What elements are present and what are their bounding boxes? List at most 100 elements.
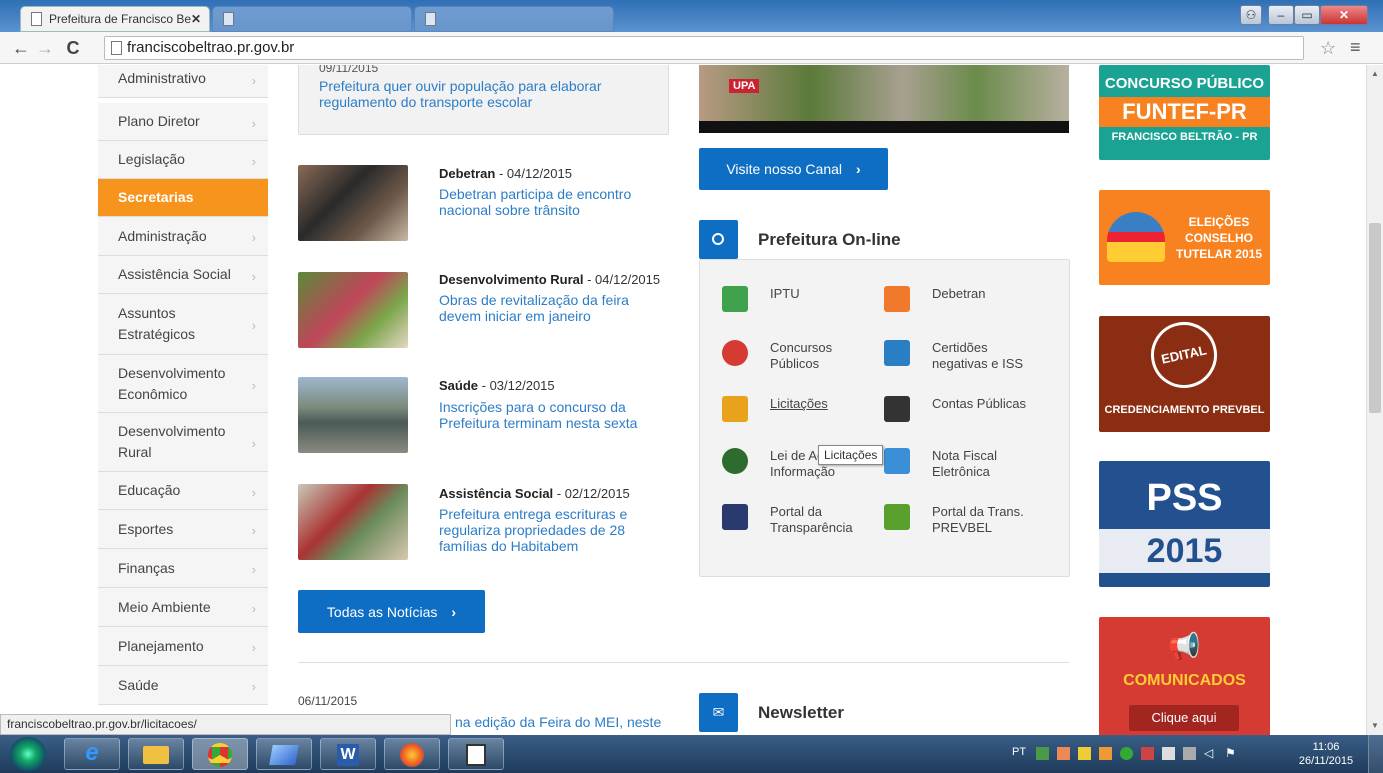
user-icon[interactable]: ⚇ bbox=[1240, 5, 1262, 25]
bookmark-star-icon[interactable]: ☆ bbox=[1320, 38, 1336, 59]
status-bar: franciscobeltrao.pr.gov.br/licitacoes/ bbox=[0, 714, 451, 735]
back-icon[interactable]: ← bbox=[10, 37, 32, 59]
sidebar-item[interactable]: Esportes › bbox=[98, 510, 268, 549]
sidebar-item[interactable]: Planejamento › bbox=[98, 627, 268, 666]
service-label: Concursos Públicos bbox=[770, 340, 833, 371]
all-news-button[interactable]: Todas as Notícias › bbox=[298, 590, 485, 633]
clock[interactable]: 11:06 26/11/2015 bbox=[1296, 740, 1356, 768]
magnifier-leaf-icon bbox=[884, 504, 910, 530]
service-magnifier-leaf[interactable]: Portal da Trans. PREVBEL bbox=[880, 496, 1040, 540]
scroll-up-icon[interactable]: ▲ bbox=[1371, 69, 1379, 78]
featured-news-card[interactable]: 09/11/2015 Prefeitura quer ouvir populaç… bbox=[298, 65, 669, 135]
news-title[interactable]: Prefeitura entrega escrituras e regulari… bbox=[439, 506, 659, 554]
paint-icon[interactable] bbox=[256, 738, 312, 770]
service-list[interactable]: Licitações bbox=[718, 388, 878, 432]
service-person[interactable]: Concursos Públicos bbox=[718, 332, 878, 376]
browser-tab-bar: Prefeitura de Francisco Be ✕ ⚇ – ▭ ✕ bbox=[0, 0, 1383, 32]
service-invoice[interactable]: Nota Fiscal Eletrônica bbox=[880, 440, 1040, 484]
start-button[interactable] bbox=[10, 737, 46, 771]
banner-line: TUTELAR 2015 bbox=[1175, 247, 1263, 261]
sidebar-item[interactable]: Assuntos Estratégicos › bbox=[98, 294, 268, 355]
minimize-button[interactable]: – bbox=[1268, 5, 1294, 25]
scrollbar-thumb[interactable] bbox=[1369, 223, 1381, 413]
news-thumbnail[interactable] bbox=[298, 484, 408, 560]
volume-icon: ◁ bbox=[1204, 746, 1214, 760]
document-viewer-icon[interactable] bbox=[448, 738, 504, 770]
language-indicator[interactable]: PT bbox=[1012, 746, 1026, 758]
megaphone-icon: 📢 bbox=[1168, 631, 1201, 661]
tab-active[interactable]: Prefeitura de Francisco Be ✕ bbox=[20, 6, 210, 32]
news-title[interactable]: Inscrições para o concurso da Prefeitura… bbox=[439, 399, 659, 431]
tab-inactive-2[interactable] bbox=[414, 6, 614, 32]
ie-icon[interactable]: e bbox=[64, 738, 120, 770]
service-calculator[interactable]: Contas Públicas bbox=[880, 388, 1040, 432]
service-magnifier[interactable]: Portal da Transparência bbox=[718, 496, 878, 540]
scroll-down-icon[interactable]: ▼ bbox=[1371, 721, 1379, 730]
chrome-icon[interactable] bbox=[192, 738, 248, 770]
clock-time: 11:06 bbox=[1312, 741, 1340, 753]
reload-icon[interactable]: C bbox=[62, 37, 84, 59]
tab-inactive-1[interactable] bbox=[212, 6, 412, 32]
sidebar-item[interactable]: Saúde › bbox=[98, 666, 268, 705]
service-car[interactable]: Debetran bbox=[880, 278, 1040, 322]
page-icon bbox=[31, 12, 42, 26]
chevron-right-icon: › bbox=[251, 318, 256, 333]
sidebar-item[interactable]: Educação › bbox=[98, 472, 268, 510]
sidebar-item[interactable]: Administrativo › bbox=[98, 65, 268, 98]
chevron-right-icon: › bbox=[451, 603, 457, 620]
service-label: Debetran bbox=[932, 286, 986, 301]
banner-line: PSS bbox=[1146, 477, 1223, 519]
windows-taskbar: e W PT ◁ ⚑ 11:06 26/11/2015 bbox=[0, 735, 1383, 773]
tray-icon bbox=[1078, 747, 1091, 760]
show-desktop-button[interactable] bbox=[1368, 735, 1383, 773]
click-here-button[interactable]: Clique aqui bbox=[1129, 705, 1239, 731]
forward-icon[interactable]: → bbox=[34, 37, 56, 59]
news-date: - 02/12/2015 bbox=[553, 486, 630, 501]
chevron-right-icon: › bbox=[251, 153, 256, 169]
chevron-right-icon: › bbox=[251, 115, 256, 131]
url-input[interactable]: franciscobeltrao.pr.gov.br bbox=[104, 36, 1304, 60]
service-document[interactable]: Certidões negativas e ISS bbox=[880, 332, 1040, 376]
chevron-right-icon: › bbox=[251, 601, 256, 616]
word-icon[interactable]: W bbox=[320, 738, 376, 770]
tooltip: Licitações bbox=[818, 445, 884, 465]
online-section-title: Prefeitura On-line bbox=[758, 230, 901, 249]
sidebar-item[interactable]: Meio Ambiente › bbox=[98, 588, 268, 627]
featured-title[interactable]: Prefeitura quer ouvir população para ela… bbox=[319, 78, 639, 110]
sidebar-item[interactable]: Desenvolvimento Rural › bbox=[98, 413, 268, 472]
tab-close-icon[interactable]: ✕ bbox=[191, 7, 201, 31]
banner-comunicados[interactable]: 📢 COMUNICADOS Clique aqui bbox=[1099, 617, 1270, 735]
house-icon bbox=[722, 286, 748, 312]
sidebar-item[interactable]: Plano Diretor › bbox=[98, 103, 268, 141]
banner-line: CREDENCIAMENTO PREVBEL bbox=[1104, 404, 1265, 416]
sidebar-item[interactable]: Desenvolvimento Econômico › bbox=[98, 355, 268, 413]
visit-channel-button[interactable]: Visite nosso Canal › bbox=[699, 148, 888, 190]
sidebar-item[interactable]: Assistência Social › bbox=[98, 256, 268, 294]
news-date: - 04/12/2015 bbox=[583, 272, 661, 287]
news-thumbnail[interactable] bbox=[298, 165, 408, 241]
sidebar-item[interactable]: Administração › bbox=[98, 217, 268, 256]
maximize-button[interactable]: ▭ bbox=[1294, 5, 1320, 25]
news-thumbnail[interactable] bbox=[298, 272, 408, 348]
banner-edital[interactable]: EDITAL CREDENCIAMENTO PREVBEL bbox=[1099, 315, 1270, 432]
news-title[interactable]: Debetran participa de encontro nacional … bbox=[439, 186, 659, 218]
banner-concurso[interactable]: CONCURSO PÚBLICO FUNTEF-PR FRANCISCO BEL… bbox=[1099, 65, 1270, 160]
sidebar-item[interactable]: Legislação › bbox=[98, 141, 268, 179]
sidebar-item-label: Secretarias bbox=[118, 189, 194, 205]
news-title[interactable]: Obras de revitalização da feira devem in… bbox=[439, 292, 659, 324]
news-thumbnail[interactable] bbox=[298, 377, 408, 453]
banner-line: 2015 bbox=[1099, 529, 1270, 573]
banner-pss[interactable]: PSS 2015 bbox=[1099, 461, 1270, 587]
banner-eleicoes[interactable]: ELEIÇÕES CONSELHO TUTELAR 2015 bbox=[1099, 190, 1270, 285]
explorer-icon[interactable] bbox=[128, 738, 184, 770]
bottom-news-title[interactable]: na edição da Feira do MEI, neste bbox=[455, 714, 669, 730]
sidebar-item-label: Administrativo bbox=[118, 70, 206, 86]
sidebar-item[interactable]: Finanças › bbox=[98, 549, 268, 588]
menu-icon[interactable]: ≡ bbox=[1350, 37, 1361, 58]
sidebar-item[interactable]: Secretarias bbox=[98, 179, 268, 217]
firefox-icon[interactable] bbox=[384, 738, 440, 770]
sidebar-item-label: Administração bbox=[118, 227, 207, 244]
service-house[interactable]: IPTU bbox=[718, 278, 878, 322]
network-icon bbox=[1183, 747, 1196, 760]
close-window-button[interactable]: ✕ bbox=[1320, 5, 1368, 25]
